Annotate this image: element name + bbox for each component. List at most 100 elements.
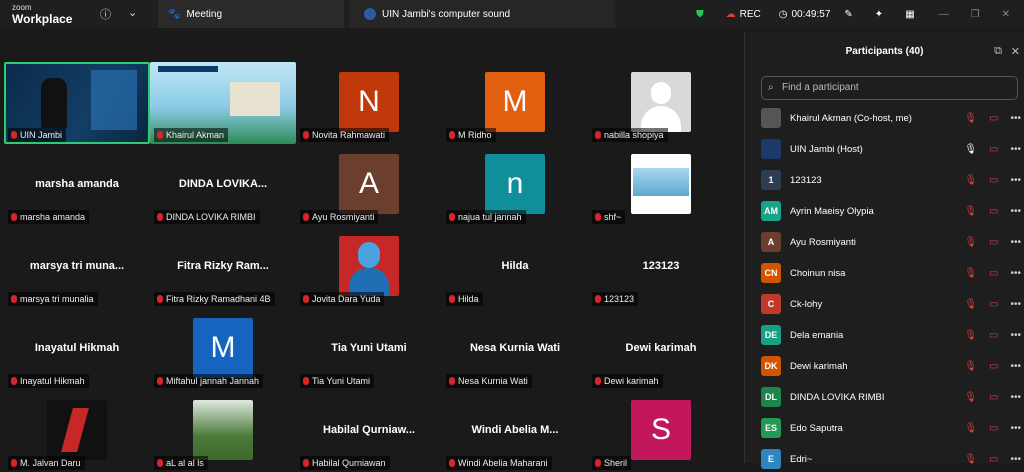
camera-off-icon[interactable]: ▭ — [989, 423, 998, 434]
tile-name-label: Jovita Dara Yuda — [300, 292, 385, 306]
video-tile[interactable]: M Miftahul jannah Jannah — [150, 308, 296, 390]
video-tile[interactable]: N Novita Rahmawati — [296, 62, 442, 144]
camera-off-icon[interactable]: ▭ — [989, 237, 998, 248]
sparkle-icon[interactable]: ✦ — [875, 9, 883, 20]
participant-name: Dewi karimah — [790, 360, 848, 372]
camera-off-icon[interactable]: ▭ — [989, 113, 998, 124]
video-tile[interactable]: Windi Abelia M... Windi Abelia Maharani — [442, 390, 588, 472]
mic-muted-icon[interactable]: 🎙 — [964, 237, 977, 248]
more-options-icon[interactable]: ••• — [1010, 237, 1021, 248]
grid-view-icon[interactable]: ▦ — [905, 9, 914, 20]
participant-row[interactable]: CN Choinun nisa 🎙 ▭ ••• — [761, 261, 1021, 285]
video-tile[interactable]: MM Ridho — [442, 62, 588, 144]
mic-icon[interactable]: 🎙 — [964, 144, 977, 155]
mic-muted-icon[interactable]: 🎙 — [964, 392, 977, 403]
shield-icon[interactable]: ⛊ — [696, 9, 704, 20]
video-tile[interactable]: Jovita Dara Yuda — [296, 226, 442, 308]
participant-row[interactable]: C Ck-lohy 🎙 ▭ ••• — [761, 292, 1021, 316]
more-options-icon[interactable]: ••• — [1010, 361, 1021, 372]
video-tile[interactable]: nabilla shopiya — [588, 62, 734, 144]
participant-name: Habilal Qurniaw... — [323, 424, 415, 436]
minimize-icon[interactable]: — — [939, 9, 949, 20]
mic-muted-icon[interactable]: 🎙 — [964, 206, 977, 217]
close-icon[interactable]: ✕ — [1002, 9, 1010, 20]
video-tile[interactable]: M. Jalvan Daru — [4, 390, 150, 472]
participant-row[interactable]: AM Ayrin Maeisy Olypia 🎙 ▭ ••• — [761, 199, 1021, 223]
video-tile[interactable]: 123123 123123 — [588, 226, 734, 308]
more-options-icon[interactable]: ••• — [1010, 299, 1021, 310]
participant-name: Windi Abelia M... — [471, 424, 559, 436]
video-gallery: UIN Jambi Khairul Akman N Novita Rahmawati M… — [0, 28, 742, 470]
camera-off-icon[interactable]: ▭ — [989, 206, 998, 217]
more-options-icon[interactable]: ••• — [1010, 268, 1021, 279]
camera-off-icon[interactable]: ▭ — [989, 392, 998, 403]
search-icon: ⌕ — [768, 82, 774, 93]
video-tile[interactable]: DINDA LOVIKA... DINDA LOVIKA RIMBI — [150, 144, 296, 226]
camera-off-icon[interactable]: ▭ — [989, 268, 998, 279]
mic-muted-icon[interactable]: 🎙 — [964, 361, 977, 372]
participant-row[interactable]: A Ayu Rosmiyanti 🎙 ▭ ••• — [761, 230, 1021, 254]
video-tile[interactable]: UIN Jambi — [4, 62, 150, 144]
video-tile[interactable]: Inayatul Hikmah Inayatul Hikmah — [4, 308, 150, 390]
camera-off-icon[interactable]: ▭ — [989, 299, 998, 310]
camera-off-icon[interactable]: ▭ — [989, 361, 998, 372]
video-tile[interactable]: Khairul Akman — [150, 62, 296, 144]
video-tile[interactable]: shf~ — [588, 144, 734, 226]
video-tile[interactable]: Fitra Rizky Ram... Fitra Rizky Ramadhani … — [150, 226, 296, 308]
participant-row[interactable]: UIN Jambi (Host) 🎙 ▭ ••• — [761, 137, 1021, 161]
participant-name: Dewi karimah — [625, 342, 697, 354]
video-tile[interactable]: n najua tul jannah — [442, 144, 588, 226]
meeting-timer: 00:49:57 — [791, 8, 831, 20]
more-options-icon[interactable]: ••• — [1010, 175, 1021, 186]
uin-logo-icon — [364, 8, 376, 20]
chevron-down-icon[interactable]: ⌄ — [128, 6, 137, 19]
video-tile[interactable]: Nesa Kurnia Wati Nesa Kurnia Wati — [442, 308, 588, 390]
mic-muted-icon[interactable]: 🎙 — [964, 268, 977, 279]
video-tile[interactable]: marsha amanda marsha amanda — [4, 144, 150, 226]
video-tile[interactable]: Tia Yuni Utami Tia Yuni Utami — [296, 308, 442, 390]
tile-name-label: Habilal Qurniawan — [300, 456, 390, 470]
mic-muted-icon[interactable]: 🎙 — [964, 330, 977, 341]
video-tile[interactable]: A Ayu Rosmiyanti — [296, 144, 442, 226]
more-options-icon[interactable]: ••• — [1010, 392, 1021, 403]
video-tile[interactable]: Dewi karimah Dewi karimah — [588, 308, 734, 390]
video-tile[interactable]: Hilda Hilda — [442, 226, 588, 308]
title-bar-controls: ⛊ ☁ REC ◷ 00:49:57 ✎ ✦ ▦ — ❐ ✕ — [696, 0, 1024, 28]
participant-row[interactable]: DE Dela emania 🎙 ▭ ••• — [761, 323, 1021, 347]
restore-icon[interactable]: ❐ — [971, 9, 980, 20]
search-input[interactable]: ⌕ Find a participant — [761, 76, 1018, 100]
camera-off-icon[interactable]: ▭ — [989, 175, 998, 186]
video-tile[interactable]: S Sheril — [588, 390, 734, 472]
participant-row[interactable]: Khairul Akman (Co-host, me) 🎙 ▭ ••• — [761, 106, 1021, 130]
more-options-icon[interactable]: ••• — [1010, 206, 1021, 217]
video-tile[interactable]: marsya tri muna... marsya tri munalia — [4, 226, 150, 308]
mic-muted-icon[interactable]: 🎙 — [964, 175, 977, 186]
participant-row[interactable]: E Edri~ 🎙 ▭ ••• — [761, 447, 1021, 471]
panel-close-icon[interactable]: ✕ — [1011, 45, 1020, 58]
participant-row[interactable]: DK Dewi karimah 🎙 ▭ ••• — [761, 354, 1021, 378]
more-options-icon[interactable]: ••• — [1010, 144, 1021, 155]
tab-computer-sound[interactable]: UIN Jambi's computer sound — [350, 0, 615, 28]
tile-name-label: DINDA LOVIKA RIMBI — [154, 210, 260, 224]
participant-name: Inayatul Hikmah — [34, 342, 120, 354]
pen-icon[interactable]: ✎ — [844, 9, 852, 20]
video-tile[interactable]: Habilal Qurniaw... Habilal Qurniawan — [296, 390, 442, 472]
participant-row[interactable]: 1 123123 🎙 ▭ ••• — [761, 168, 1021, 192]
video-tile[interactable]: aL al al ls — [150, 390, 296, 472]
info-icon[interactable]: ⓘ — [100, 6, 111, 22]
more-options-icon[interactable]: ••• — [1010, 113, 1021, 124]
participant-row[interactable]: ES Edo Saputra 🎙 ▭ ••• — [761, 416, 1021, 440]
more-options-icon[interactable]: ••• — [1010, 423, 1021, 434]
participant-name: UIN Jambi (Host) — [790, 143, 863, 155]
rec-label[interactable]: REC — [740, 9, 761, 20]
popout-icon[interactable]: ⧉ — [994, 45, 1002, 58]
more-options-icon[interactable]: ••• — [1010, 330, 1021, 341]
camera-off-icon[interactable]: ▭ — [989, 144, 998, 155]
mic-muted-icon[interactable]: 🎙 — [964, 423, 977, 434]
participant-row[interactable]: DL DINDA LOVIKA RIMBI 🎙 ▭ ••• — [761, 385, 1021, 409]
participant-name: Dela emania — [790, 329, 844, 341]
mic-muted-icon[interactable]: 🎙 — [964, 113, 977, 124]
mic-muted-icon[interactable]: 🎙 — [964, 299, 977, 310]
tab-meeting[interactable]: 🐾 Meeting — [158, 0, 344, 28]
camera-off-icon[interactable]: ▭ — [989, 330, 998, 341]
